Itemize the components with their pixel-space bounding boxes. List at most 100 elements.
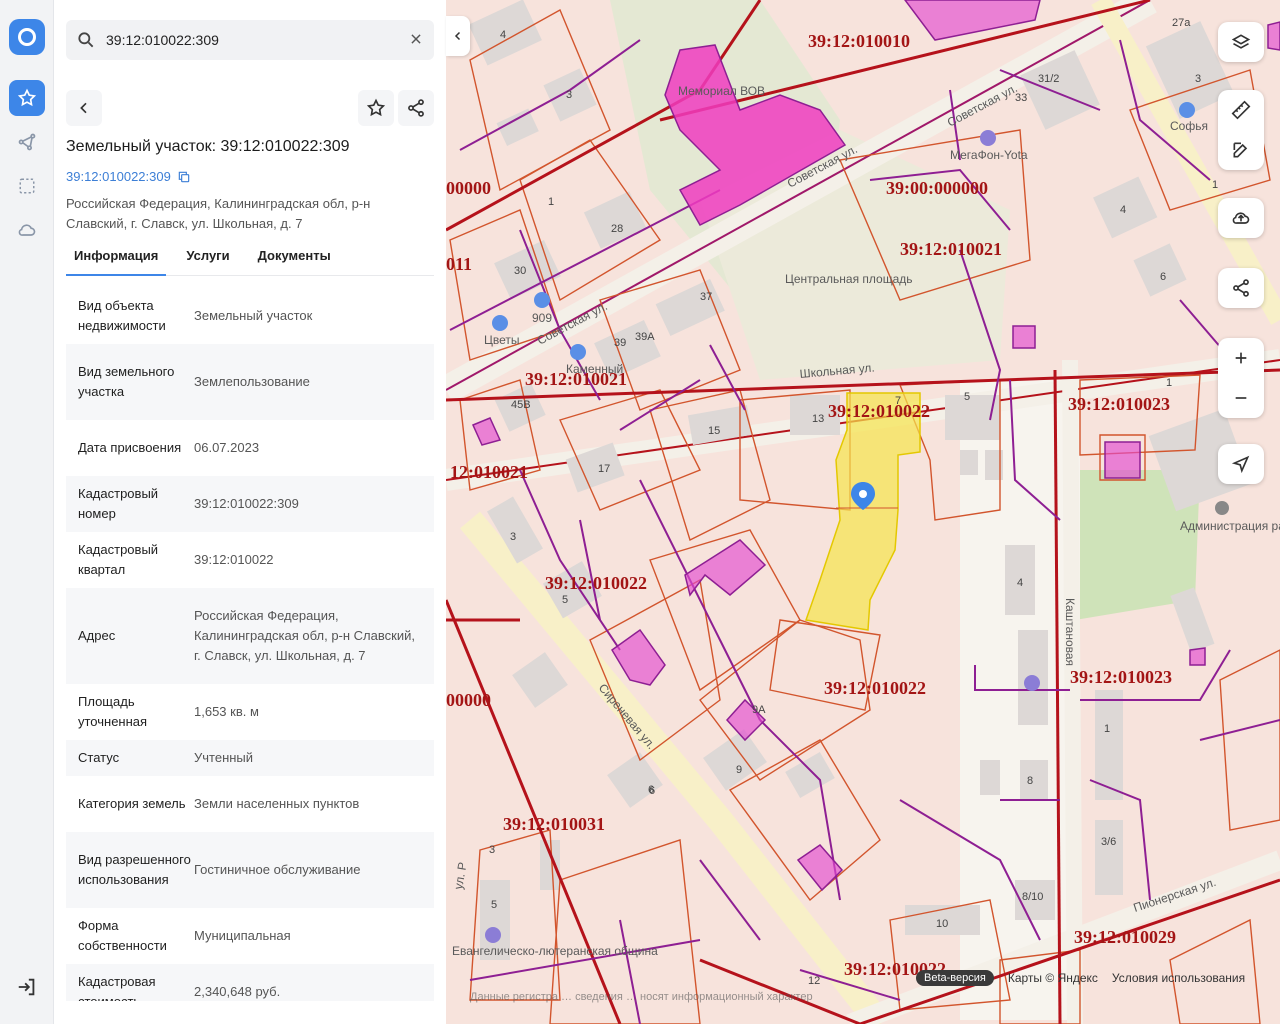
favorite-button[interactable] bbox=[358, 90, 394, 126]
info-value: Гостиничное обслуживание bbox=[194, 862, 361, 877]
quarter-label: 39:12:010023 bbox=[1070, 667, 1172, 687]
info-row: Вид разрешенного использования Гостинично… bbox=[66, 832, 434, 908]
close-icon bbox=[411, 34, 421, 44]
clear-search-button[interactable] bbox=[406, 30, 426, 50]
ruler-icon bbox=[1231, 100, 1251, 120]
sofya-label: Софья bbox=[1170, 119, 1208, 133]
share-button[interactable] bbox=[398, 90, 434, 126]
info-value: 2,340,648 руб. bbox=[194, 984, 281, 999]
zoom-in-button[interactable] bbox=[1218, 338, 1264, 378]
info-panel: 39:12:010022:309 Земельный участок: 39:1… bbox=[54, 0, 446, 1024]
quarter-label: 39:12:010022 bbox=[828, 401, 930, 421]
tools-control bbox=[1218, 90, 1264, 170]
house-number: 28 bbox=[611, 223, 623, 235]
house-number: 12 bbox=[808, 975, 820, 987]
tab-documents[interactable]: Документы bbox=[250, 240, 339, 276]
quarter-label: 39:12:010029 bbox=[1074, 927, 1176, 947]
cloud-nav-button[interactable] bbox=[9, 212, 45, 248]
bank-icon[interactable] bbox=[1024, 675, 1040, 691]
terms-link[interactable]: Условия использования bbox=[1112, 971, 1245, 985]
info-key: Кадастровая стоимость bbox=[78, 974, 156, 1001]
info-row: Кадастровый квартал 39:12:010022 bbox=[66, 532, 434, 588]
info-key: Форма собственности bbox=[78, 918, 167, 953]
map-attribution[interactable]: Карты © Яндекс bbox=[1008, 971, 1098, 985]
shop-icon[interactable] bbox=[534, 292, 550, 308]
nodes-icon bbox=[18, 133, 36, 151]
tab-services[interactable]: Услуги bbox=[178, 240, 237, 276]
share-icon bbox=[1233, 279, 1249, 297]
house-number: 27а bbox=[1172, 17, 1191, 29]
info-key: Адрес bbox=[78, 628, 116, 643]
app-logo[interactable] bbox=[9, 19, 45, 55]
collapse-panel-button[interactable] bbox=[446, 16, 470, 56]
quarter-label: 39:12:010022 bbox=[824, 678, 926, 698]
admin-label: Администрация района bbox=[1180, 519, 1280, 533]
quarter-label: 00000 bbox=[446, 690, 491, 710]
house-number: 10 bbox=[936, 918, 948, 930]
shop-icon[interactable] bbox=[1179, 102, 1195, 118]
search-bar[interactable]: 39:12:010022:309 bbox=[66, 20, 434, 60]
church-label: Евангелическо-лютеранская община bbox=[452, 944, 658, 958]
quarter-label: 12:010021 bbox=[450, 462, 528, 482]
beta-badge: Beta-версия bbox=[916, 970, 994, 986]
house-number: 3 bbox=[489, 844, 495, 856]
zoom-out-button[interactable] bbox=[1218, 378, 1264, 418]
tsvety-label: Цветы bbox=[484, 333, 520, 347]
favorites-nav-button[interactable] bbox=[9, 80, 45, 116]
house-number: 3 bbox=[1195, 73, 1201, 85]
info-row: Кадастровая стоимость 2,340,648 руб. bbox=[66, 964, 434, 1001]
house-number: 1 bbox=[1104, 723, 1110, 735]
copy-icon[interactable] bbox=[177, 170, 191, 184]
info-row: Категория земель Земли населенных пунктов bbox=[66, 776, 434, 832]
logout-button[interactable] bbox=[16, 976, 38, 998]
church-icon[interactable] bbox=[485, 927, 501, 943]
shop-icon[interactable] bbox=[570, 344, 586, 360]
map-footer: Beta-версия Карты © Яндекс Условия испол… bbox=[916, 970, 1245, 986]
map-canvas[interactable]: 4 3 28 1 30 37 39 39А 45В 15 17 13 7 5 3… bbox=[446, 0, 1280, 1024]
map-disclaimer: Данные регистра … сведения … носят инфор… bbox=[470, 991, 813, 1003]
layers-icon bbox=[1231, 34, 1251, 49]
share-map-button[interactable] bbox=[1218, 268, 1264, 308]
upload-control bbox=[1218, 198, 1264, 238]
layers-control[interactable] bbox=[1218, 22, 1264, 62]
house-number: 39 bbox=[614, 337, 626, 349]
graph-nav-button[interactable] bbox=[9, 124, 45, 160]
tab-information[interactable]: Информация bbox=[66, 240, 167, 276]
house-number: 31/2 bbox=[1038, 73, 1059, 85]
edit-button[interactable] bbox=[1218, 130, 1264, 170]
flower-shop-icon[interactable] bbox=[492, 315, 508, 331]
layers-button[interactable] bbox=[1218, 22, 1264, 62]
back-button[interactable] bbox=[66, 90, 102, 126]
info-key: Категория земель bbox=[78, 796, 186, 811]
navigation-arrow-icon bbox=[1231, 455, 1250, 474]
square-label: Центральная площадь bbox=[785, 272, 913, 286]
cadastral-number-link[interactable]: 39:12:010022:309 bbox=[66, 169, 191, 184]
admin-icon[interactable] bbox=[1215, 501, 1229, 515]
select-area-nav-button[interactable] bbox=[9, 168, 45, 204]
geolocation-button[interactable] bbox=[1218, 444, 1264, 484]
zoom-control bbox=[1218, 338, 1264, 418]
object-address: Российская Федерация, Калининградская об… bbox=[66, 196, 371, 231]
tab-bar: Информация Услуги Документы bbox=[66, 240, 434, 276]
quarter-label: 39:12:010022 bbox=[545, 573, 647, 593]
house-number: 8 bbox=[1027, 775, 1033, 787]
info-value: 39:12:010022 bbox=[194, 552, 274, 567]
cloud-upload-icon bbox=[1232, 212, 1250, 224]
dashed-square-icon bbox=[19, 178, 35, 194]
info-row: Форма собственности Муниципальная bbox=[66, 908, 434, 964]
info-value: Муниципальная bbox=[194, 928, 291, 943]
left-rail bbox=[0, 0, 54, 1024]
mobile-store-icon[interactable] bbox=[980, 130, 996, 146]
house-number: 1 bbox=[548, 196, 554, 208]
house-number: 3 bbox=[510, 531, 516, 543]
info-value: 39:12:010022:309 bbox=[194, 496, 299, 511]
minus-icon bbox=[1235, 397, 1247, 399]
cadastral-number-text[interactable]: 39:12:010022:309 bbox=[66, 169, 171, 184]
house-number: 5 bbox=[491, 899, 497, 911]
quarter-label: 39:12:010010 bbox=[808, 31, 910, 51]
search-input[interactable]: 39:12:010022:309 bbox=[106, 32, 406, 48]
house-number: 17 bbox=[598, 463, 610, 475]
cadastral-map[interactable]: 4 3 28 1 30 37 39 39А 45В 15 17 13 7 5 3… bbox=[446, 0, 1280, 1024]
measure-button[interactable] bbox=[1218, 90, 1264, 130]
upload-button[interactable] bbox=[1218, 198, 1264, 238]
